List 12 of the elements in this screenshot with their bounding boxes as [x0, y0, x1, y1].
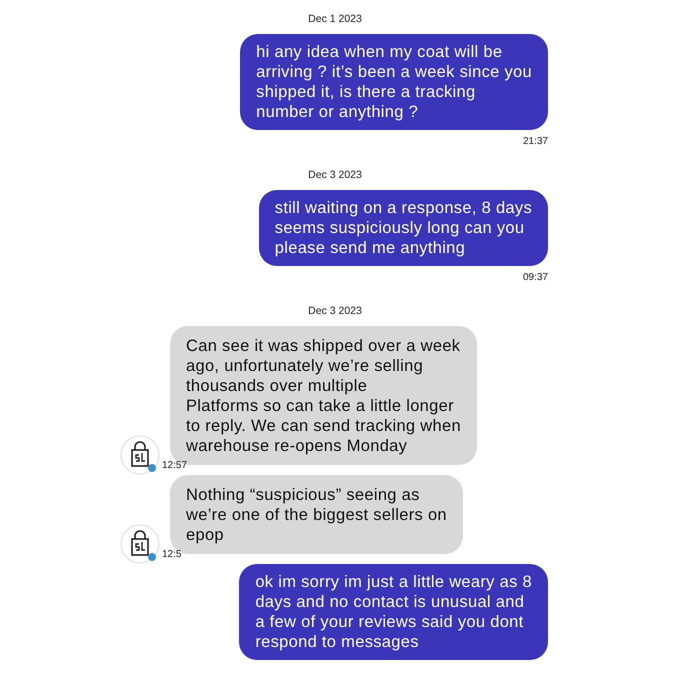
sent-message: ok im sorry im just a little weary as 8 days and no contact is unusual and a few of your reviews said you dont respond to messages — [239, 564, 548, 660]
shop-bag-avatar-icon — [120, 435, 160, 475]
shop-bag-avatar-icon — [120, 524, 160, 564]
date-divider: Dec 3 2023 — [308, 305, 362, 317]
date-divider: Dec 1 2023 — [308, 13, 362, 25]
date-divider: Dec 3 2023 — [308, 169, 362, 181]
message-time: 21:37 — [522, 136, 548, 147]
sent-message: hi any idea when my coat will be arriving ? it’s been a week since you shipped it, is there a tracking number or anything ? — [240, 34, 548, 130]
message-time: 12:5 — [162, 549, 182, 560]
message-time: 12:57 — [162, 460, 188, 471]
sent-message: still waiting on a response, 8 days seems suspiciously long can you please send me anything — [258, 190, 548, 266]
message-time: 09:37 — [522, 272, 548, 283]
